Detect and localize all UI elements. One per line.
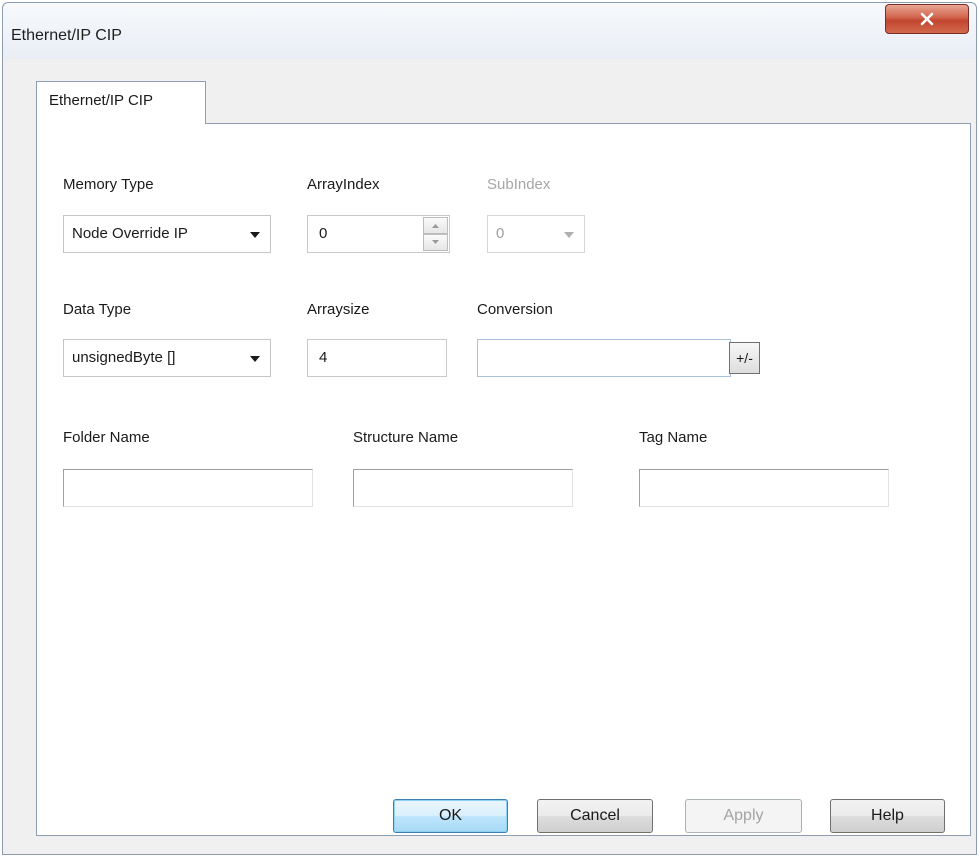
sign-toggle-button[interactable]: +/- (729, 342, 760, 374)
tab-label: Ethernet/IP CIP (49, 92, 153, 109)
sub-index-value: 0 (496, 225, 505, 242)
conversion-field[interactable] (477, 339, 731, 377)
spin-down-icon (432, 240, 439, 244)
chevron-down-icon (250, 232, 260, 238)
conversion-label: Conversion (477, 301, 553, 318)
cancel-button[interactable]: Cancel (537, 799, 653, 833)
tab-panel: Memory Type Node Override IP ArrayIndex … (36, 123, 971, 836)
data-type-select[interactable]: unsignedByte [] (63, 339, 271, 377)
tag-name-field[interactable] (639, 469, 889, 507)
folder-name-label: Folder Name (63, 429, 150, 446)
array-index-label: ArrayIndex (307, 176, 380, 193)
close-button[interactable] (885, 4, 969, 34)
structure-name-field[interactable] (353, 469, 573, 507)
data-type-value: unsignedByte [] (72, 349, 176, 366)
spin-down-button[interactable] (423, 234, 448, 251)
folder-name-field[interactable] (63, 469, 313, 507)
array-size-field[interactable]: 4 (307, 339, 447, 377)
close-icon (920, 12, 934, 26)
array-index-field[interactable]: 0 (307, 215, 450, 253)
window-title: Ethernet/IP CIP (11, 27, 122, 44)
chevron-down-icon (250, 356, 260, 362)
memory-type-value: Node Override IP (72, 225, 188, 242)
sub-index-label: SubIndex (487, 176, 551, 193)
array-index-value: 0 (319, 225, 328, 242)
spin-up-icon (432, 224, 439, 228)
chevron-down-icon (564, 232, 574, 238)
apply-button: Apply (685, 799, 802, 833)
tag-name-label: Tag Name (639, 429, 708, 446)
spin-up-button[interactable] (423, 217, 448, 234)
sub-index-select: 0 (487, 215, 585, 253)
array-size-value: 4 (319, 349, 328, 366)
structure-name-label: Structure Name (353, 429, 459, 446)
dialog-window: Ethernet/IP CIP Ethernet/IP CIP Memory T… (2, 2, 977, 855)
help-button[interactable]: Help (830, 799, 945, 833)
array-size-label: Arraysize (307, 301, 370, 318)
memory-type-label: Memory Type (63, 176, 154, 193)
dialog-client-area: Ethernet/IP CIP Memory Type Node Overrid… (10, 59, 971, 846)
memory-type-select[interactable]: Node Override IP (63, 215, 271, 253)
title-bar[interactable]: Ethernet/IP CIP (3, 3, 976, 59)
ok-button[interactable]: OK (393, 799, 508, 833)
tab-ethernet-ip-cip[interactable]: Ethernet/IP CIP (36, 81, 206, 124)
data-type-label: Data Type (63, 301, 132, 318)
